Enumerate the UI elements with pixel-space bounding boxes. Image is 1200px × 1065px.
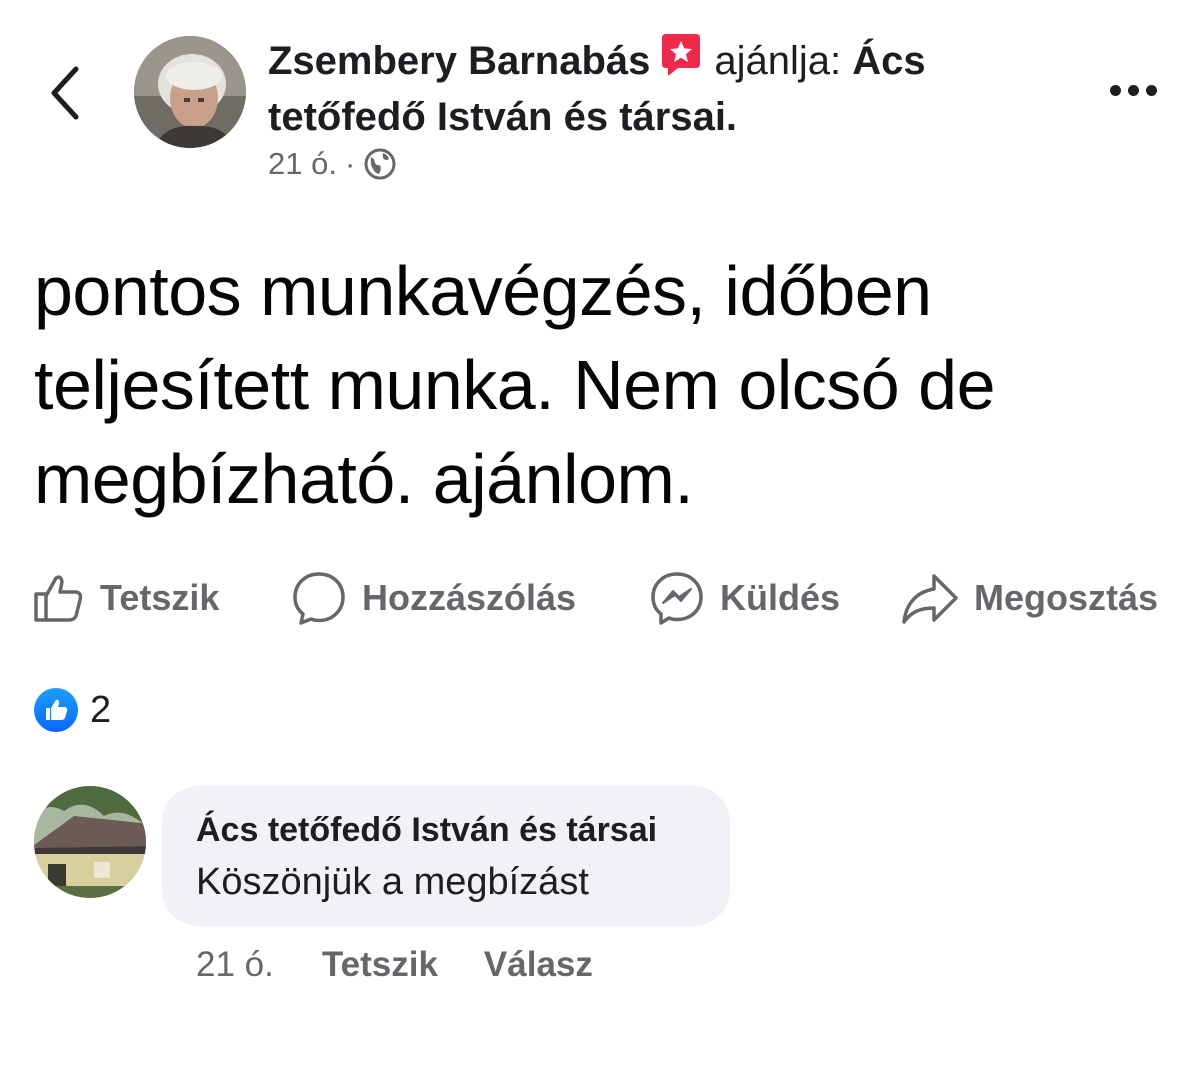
send-label: Küldés <box>720 577 841 618</box>
more-options-button[interactable] <box>1100 70 1166 110</box>
more-dot <box>1145 84 1157 96</box>
more-dot <box>1127 84 1139 96</box>
comment-text: Köszönjük a megbízást <box>196 861 589 903</box>
share-arrow-icon <box>902 574 958 624</box>
post-time[interactable]: 21 ó. <box>268 142 337 186</box>
back-button[interactable] <box>40 58 90 128</box>
like-reaction-icon <box>34 688 78 732</box>
share-label: Megosztás <box>974 577 1159 618</box>
post-text: pontos munkavégzés, időben teljesített m… <box>34 252 996 518</box>
post-meta: 21 ó. · <box>268 142 397 186</box>
comment-reply-button[interactable]: Válasz <box>484 945 593 985</box>
commenter-photo <box>34 786 146 898</box>
comment-meta: 21 ó. Tetszik Válasz <box>196 940 639 990</box>
thumbs-up-icon <box>34 575 83 622</box>
recommends-label: ajánlja: <box>714 39 842 83</box>
commenter-avatar[interactable] <box>34 786 146 898</box>
like-label: Tetszik <box>100 577 220 618</box>
reaction-count: 2 <box>90 688 112 731</box>
comment-like-button[interactable]: Tetszik <box>322 945 438 985</box>
comment-label: Hozzászólás <box>362 577 577 618</box>
comment-bubble-icon <box>293 572 345 625</box>
comment-time[interactable]: 21 ó. <box>196 945 274 985</box>
post-header-text: Zsembery Barnabás ajánlja: Ács tetőfedő I… <box>268 32 1048 145</box>
messenger-icon <box>651 572 703 625</box>
meta-separator: · <box>344 146 356 181</box>
like-button[interactable]: Tetszik <box>30 566 219 630</box>
reactions-summary[interactable]: 2 <box>34 686 111 734</box>
comment-button[interactable]: Hozzászólás <box>290 566 576 630</box>
more-horizontal-icon <box>1109 84 1121 96</box>
chevron-left-icon <box>51 66 79 120</box>
author-photo <box>134 36 246 148</box>
author-avatar[interactable] <box>134 36 246 148</box>
globe-icon <box>364 148 396 180</box>
comment-author[interactable]: Ács tetőfedő István és társai <box>196 806 657 854</box>
share-button[interactable]: Megosztás <box>900 566 1158 630</box>
send-button[interactable]: Küldés <box>648 566 840 630</box>
recommendation-star-icon <box>658 32 704 78</box>
author-name[interactable]: Zsembery Barnabás <box>268 39 650 83</box>
